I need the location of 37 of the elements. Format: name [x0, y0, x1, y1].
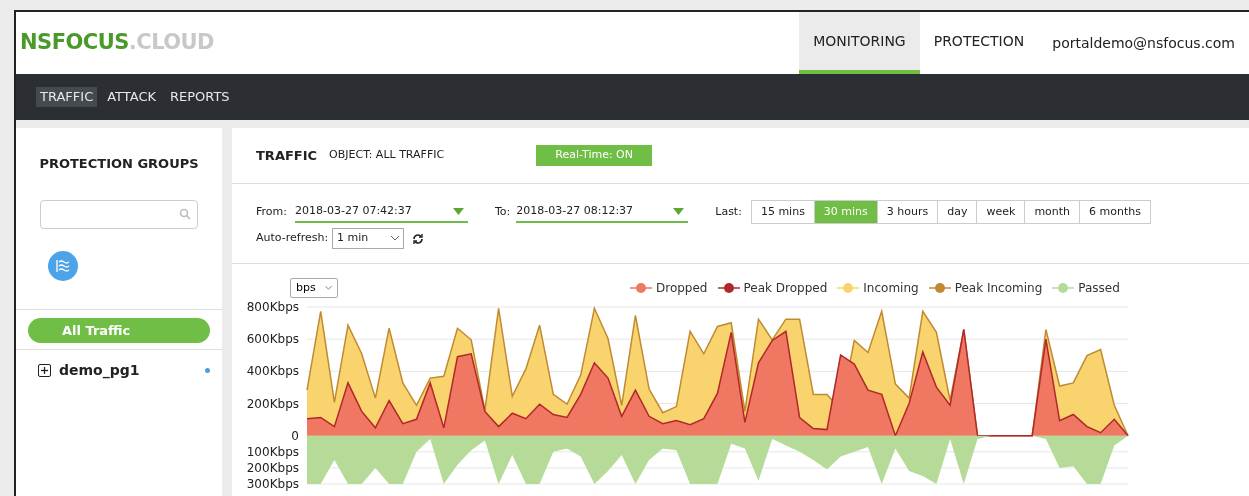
- sidebar-title: PROTECTION GROUPS: [38, 155, 200, 173]
- from-date-field[interactable]: 2018-03-27 07:42:37: [294, 201, 468, 223]
- axis-label: 400Kbps: [246, 364, 299, 379]
- range-button[interactable]: 3 hours: [876, 200, 939, 224]
- subnav-tab[interactable]: TRAFFIC: [36, 87, 98, 107]
- range-button[interactable]: week: [976, 200, 1026, 224]
- axis-label: 800Kbps: [246, 300, 299, 314]
- legend-label[interactable]: Dropped: [656, 279, 708, 297]
- legend-label[interactable]: Incoming: [863, 279, 919, 297]
- range-button[interactable]: month: [1024, 200, 1081, 224]
- section-title: TRAFFIC: [256, 146, 318, 165]
- legend-label[interactable]: Passed: [1078, 279, 1120, 297]
- range-button[interactable]: day: [937, 200, 978, 224]
- range-button[interactable]: 15 mins: [750, 200, 815, 224]
- axis-label: 600Kbps: [246, 332, 299, 347]
- to-date-field[interactable]: 2018-03-27 08:12:37: [516, 201, 689, 223]
- range-button[interactable]: 6 months: [1079, 200, 1152, 224]
- subnav-tab[interactable]: REPORTS: [166, 87, 234, 107]
- axis-label: 300Kbps: [246, 477, 299, 491]
- user-email[interactable]: portaldemo@nsfocus.com: [1038, 32, 1249, 54]
- unit-select[interactable]: bps: [290, 278, 338, 298]
- axis-label: 0: [291, 428, 299, 443]
- subnav-tab[interactable]: ATTACK: [103, 87, 160, 107]
- group-name[interactable]: demo_pg1: [59, 359, 140, 381]
- nav-tab[interactable]: PROTECTION: [919, 12, 1039, 74]
- refresh-select[interactable]: 1 min: [332, 228, 405, 249]
- object-label: OBJECT: ALL TRAFFIC: [329, 147, 445, 164]
- axis-label: 100Kbps: [246, 444, 299, 459]
- to-label: To:: [494, 203, 511, 220]
- axis-label: 200Kbps: [246, 460, 299, 475]
- legend-label[interactable]: Peak Incoming: [954, 279, 1043, 297]
- from-label: From:: [256, 203, 287, 220]
- auto-refresh-label: Auto-refresh:: [256, 230, 329, 247]
- legend-label[interactable]: Peak Dropped: [743, 279, 828, 297]
- nav-tab[interactable]: MONITORING: [799, 12, 920, 74]
- last-label: Last:: [715, 203, 742, 220]
- axis-label: 200Kbps: [246, 396, 299, 411]
